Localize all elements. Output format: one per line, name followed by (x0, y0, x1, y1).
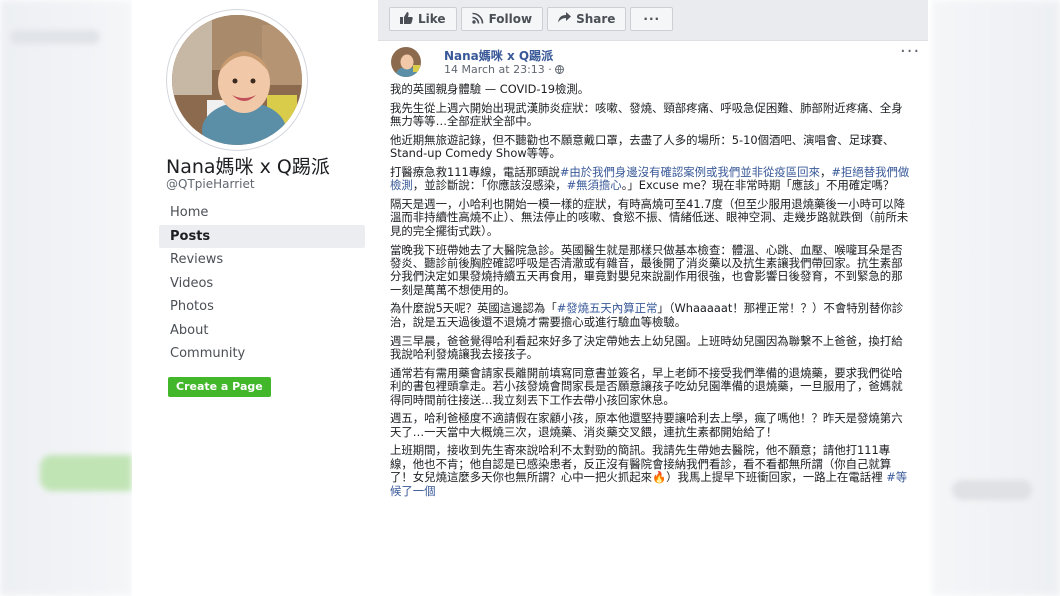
post-text: 週三早晨，爸爸覺得哈利看起來好多了決定帶她去上幼兒園。上班時幼兒園因為聯繫不上爸… (390, 333, 903, 361)
post-paragraph: 打醫療急救111專線，電話那頭說#由於我們身邊沒有確認案例或我們並非從疫區回來，… (390, 164, 910, 193)
post-text: 。」Excuse me？現在非常時期「應該」不用確定嗎？ (621, 178, 895, 193)
more-options-button[interactable]: ··· (630, 7, 674, 31)
post-text: 我的英國親身體驗 — COVID-19檢測。 (390, 82, 590, 96)
share-button[interactable]: Share (547, 7, 627, 31)
post-author-name[interactable]: Nana媽咪 x Q踢派 (444, 47, 553, 64)
page-handle[interactable]: @QTpieHarriet (166, 177, 255, 191)
left-column: Nana媽咪 x Q踢派 @QTpieHarriet Home Posts Re… (132, 0, 378, 596)
profile-photo (172, 15, 302, 145)
post-text: 為什麼說5天呢？英國這邊認為「 (390, 301, 557, 316)
post-author-avatar[interactable] (391, 47, 421, 77)
thumbs-up-icon (400, 11, 413, 27)
post-text: 當晚我下班帶她去了大醫院急診。英國醫生就是那樣只做基本檢查：體溫、心跳、血壓、喉… (390, 242, 903, 297)
follow-button[interactable]: Follow (460, 7, 544, 31)
post-text: 打醫療急救111專線，電話那頭說 (390, 164, 560, 179)
share-label: Share (576, 12, 616, 26)
post-paragraph: 當晚我下班帶她去了大醫院急診。英國醫生就是那樣只做基本檢查：體溫、心跳、血壓、喉… (390, 242, 910, 298)
post-card: Nana媽咪 x Q踢派 14 March at 23:13 · ··· 我的英… (378, 40, 928, 596)
nav-item-photos[interactable]: Photos (159, 295, 365, 319)
post-text: ，並診斷說：「你應該沒感染， (412, 178, 567, 193)
post-text: 週五，哈利爸極度不適請假在家顧小孩，原本他還堅持要讓哈利去上學，瘋了嗎他！？昨天… (390, 411, 903, 439)
post-text: 通常若有需用藥會請家長離開前填寫同意書並簽名，早上老師不接受我們準備的退燒藥，要… (390, 365, 903, 407)
hashtag-link[interactable]: #無須擔心 (567, 178, 622, 192)
nav-item-posts[interactable]: Posts (159, 224, 365, 248)
post-time-text: 14 March at 23:13 · (444, 63, 556, 76)
page-title[interactable]: Nana媽咪 x Q踢派 (166, 152, 330, 179)
post-paragraph: 隔天是週一，小哈利也開始一模一樣的症狀，有時高燒可至41.7度（但至少服用退燒藥… (390, 197, 910, 238)
globe-icon (555, 63, 565, 76)
post-paragraph: 通常若有需用藥會請家長離開前填寫同意書並簽名，早上老師不接受我們準備的退燒藥，要… (390, 365, 910, 407)
hashtag-link[interactable]: #發燒五天內算正常 (557, 301, 658, 315)
nav-item-reviews[interactable]: Reviews (159, 248, 365, 272)
nav-item-about[interactable]: About (159, 319, 365, 343)
post-paragraph: 我的英國親身體驗 — COVID-19檢測。 (390, 82, 910, 96)
hashtag-link[interactable]: #由於我們身邊沒有確認案例或我們並非從疫區回來 (560, 165, 820, 179)
background-right (932, 0, 1060, 596)
post-text: 我先生從上週六開始出現武漢肺炎症狀：咳嗽、發燒、頸部疼痛、呼吸急促困難、肺部附近… (390, 100, 903, 129)
profile-picture[interactable] (167, 10, 307, 150)
share-arrow-icon (558, 12, 572, 26)
post-paragraph: 週三早晨，爸爸覺得哈利看起來好多了決定帶她去上幼兒園。上班時幼兒園因為聯繫不上爸… (390, 333, 910, 362)
rss-icon (471, 12, 484, 27)
nav-item-videos[interactable]: Videos (159, 272, 365, 296)
post-paragraph: 上班期間，接收到先生寄來說哈利不太對勁的簡訊。我請先生帶她去醫院，他不願意；請他… (390, 444, 910, 498)
post-text: 上班期間，接收到先生寄來說哈利不太對勁的簡訊。我請先生帶她去醫院，他不願意；請他… (390, 443, 892, 485)
nav-item-community[interactable]: Community (159, 342, 365, 366)
like-label: Like (418, 12, 446, 26)
post-options-button[interactable]: ··· (900, 41, 920, 62)
like-button[interactable]: Like (389, 7, 457, 31)
post-text: 隔天是週一，小哈利也開始一模一樣的症狀，有時高燒可至41.7度（但至少服用退燒藥… (390, 197, 909, 238)
page-action-bar: Like Follow Share ··· (389, 7, 674, 31)
facebook-page: Nana媽咪 x Q踢派 @QTpieHarriet Home Posts Re… (132, 0, 928, 596)
post-body: 我的英國親身體驗 — COVID-19檢測。我先生從上週六開始出現武漢肺炎症狀：… (390, 82, 910, 503)
post-timestamp[interactable]: 14 March at 23:13 · (444, 63, 565, 76)
page-navigation: Home Posts Reviews Videos Photos About C… (159, 201, 365, 366)
background-left (0, 0, 132, 596)
post-paragraph: 我先生從上週六開始出現武漢肺炎症狀：咳嗽、發燒、頸部疼痛、呼吸急促困難、肺部附近… (390, 100, 910, 129)
create-page-button[interactable]: Create a Page (168, 377, 271, 397)
follow-label: Follow (488, 12, 533, 26)
post-text: 他近期無旅遊記錄，但不聽勸也不願意戴口罩，去盡了人多的場所：5-10個酒吧、演唱… (390, 132, 895, 161)
post-paragraph: 週五，哈利爸極度不適請假在家顧小孩，原本他還堅持要讓哈利去上學，瘋了嗎他！？昨天… (390, 411, 910, 439)
post-text: ， (819, 164, 832, 179)
post-paragraph: 為什麼說5天呢？英國這邊認為「#發燒五天內算正常」（Whaaaaat！那裡正常！… (390, 302, 910, 329)
nav-item-home[interactable]: Home (159, 201, 365, 225)
post-paragraph: 他近期無旅遊記錄，但不聽勸也不願意戴口罩，去盡了人多的場所：5-10個酒吧、演唱… (390, 132, 910, 161)
